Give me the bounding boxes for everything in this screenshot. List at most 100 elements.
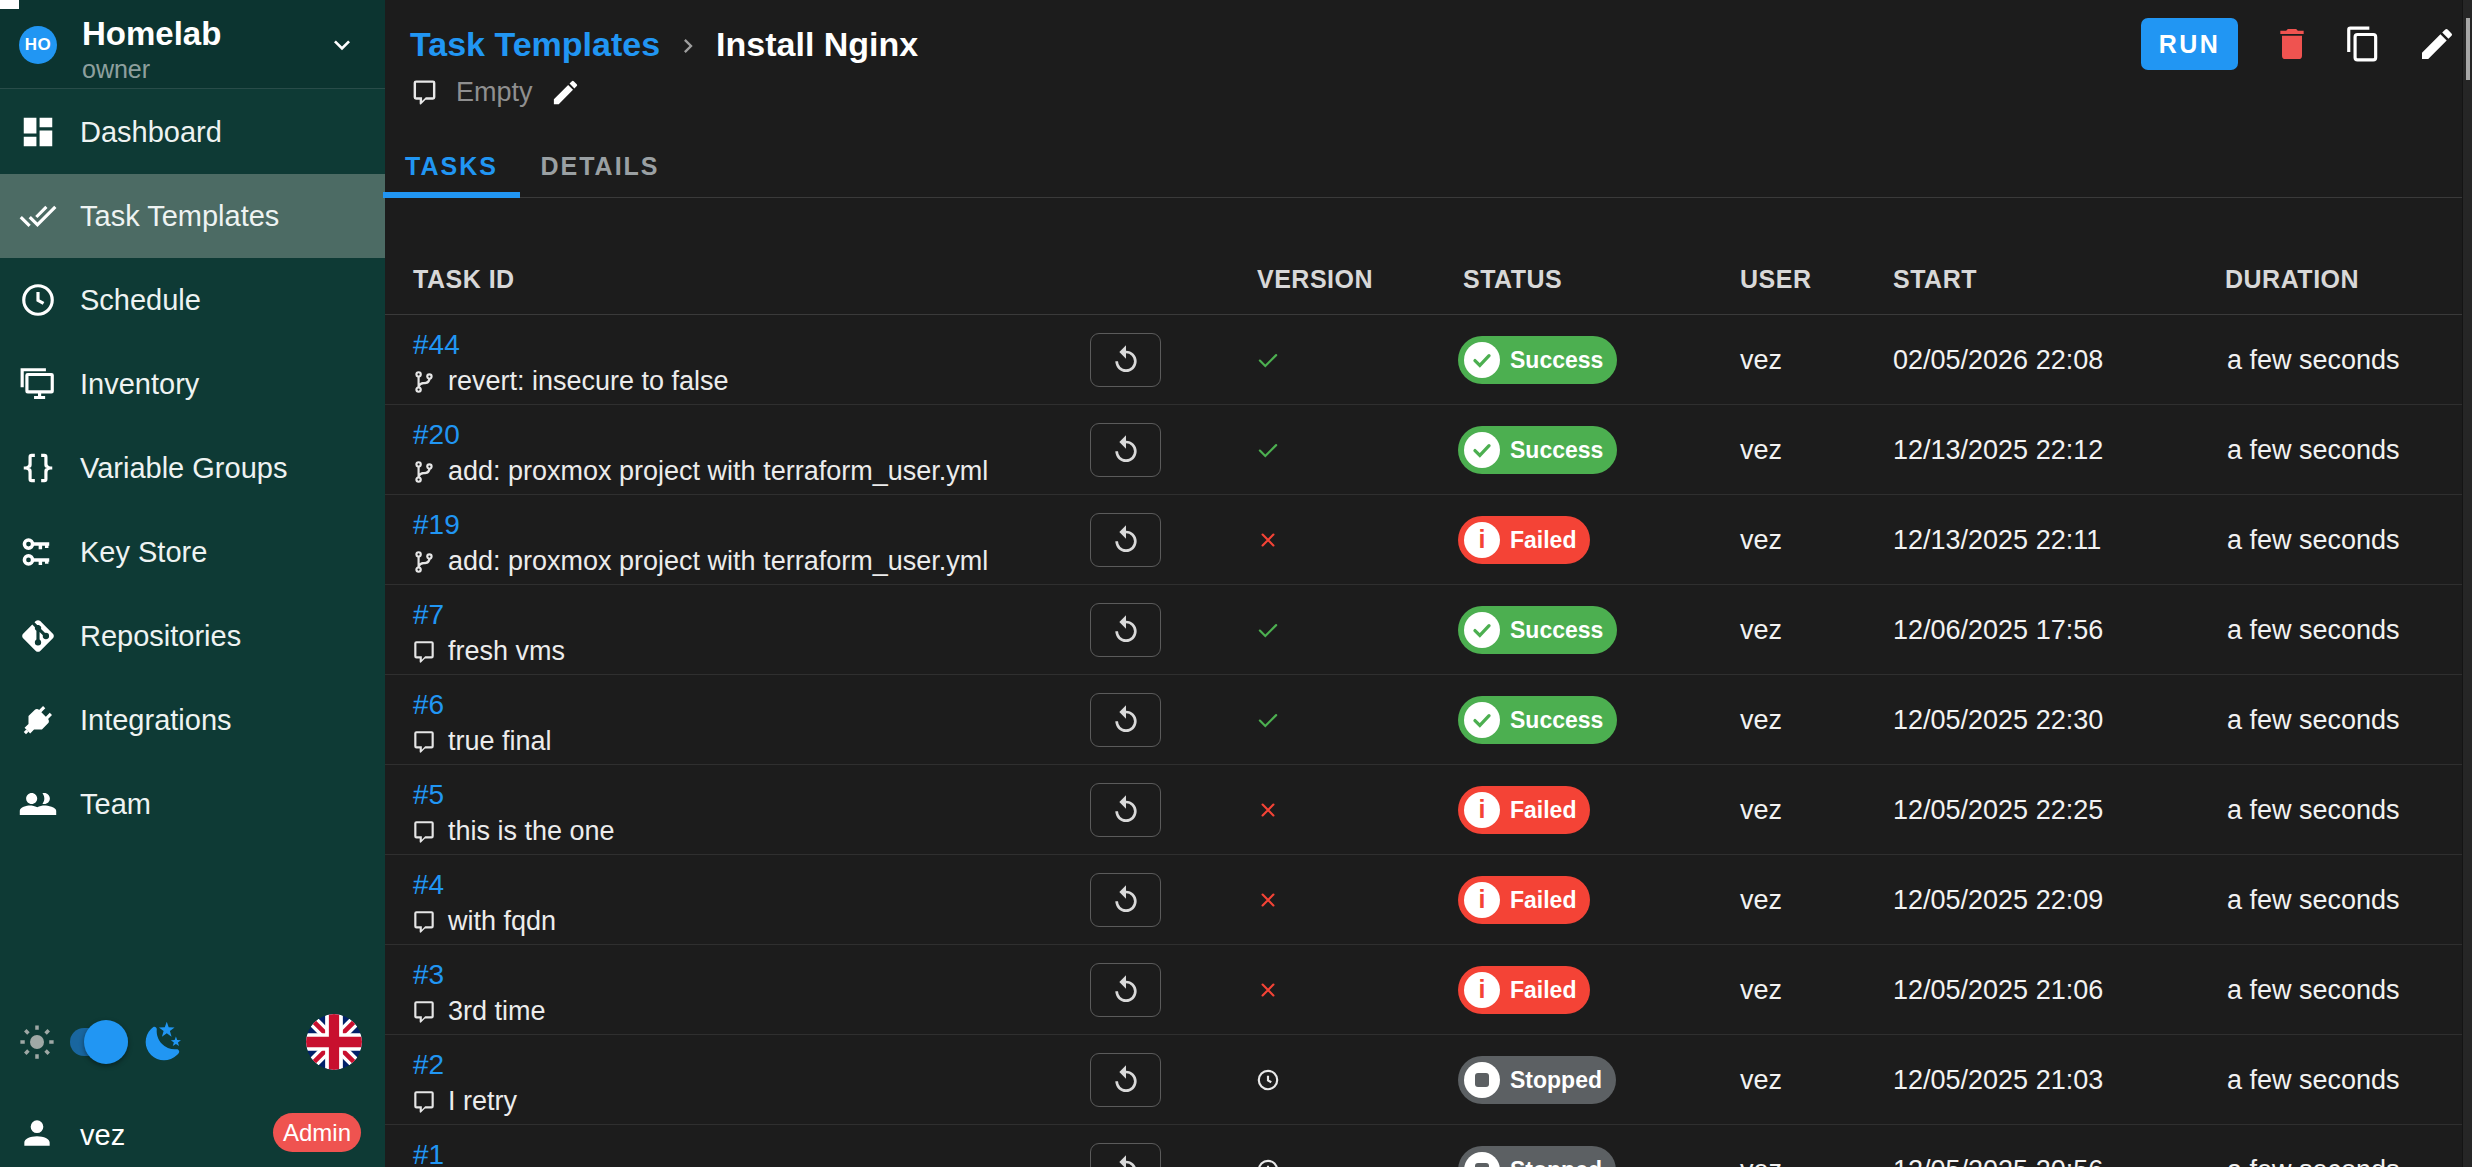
col-header-version: VERSION	[1257, 265, 1373, 294]
sidebar-item-dashboard[interactable]: Dashboard	[0, 90, 385, 174]
active-tab-indicator	[383, 192, 520, 198]
status-label: Success	[1510, 617, 1603, 644]
rerun-task-button[interactable]	[1090, 333, 1161, 387]
status-badge: i Failed	[1458, 966, 1590, 1014]
version-status-icon	[1255, 437, 1281, 463]
status-icon: i	[1464, 342, 1500, 378]
table-row: #4 with fqdn i	[385, 855, 2462, 945]
tab-details[interactable]: DETAILS	[520, 134, 680, 198]
task-id-link[interactable]: #1	[413, 1139, 444, 1167]
cell-start: 12/13/2025 22:12	[1893, 435, 2103, 466]
task-id-link[interactable]: #5	[413, 779, 444, 811]
cell-user: vez	[1740, 525, 1782, 556]
delete-icon[interactable]	[2272, 24, 2312, 64]
sidebar-item-schedule[interactable]: Schedule	[0, 258, 385, 342]
cell-duration: a few seconds	[2227, 435, 2400, 466]
rerun-task-button[interactable]	[1090, 873, 1161, 927]
admin-badge: Admin	[273, 1113, 361, 1152]
cell-user: vez	[1740, 1065, 1782, 1096]
sidebar-item-variable-groups[interactable]: Variable Groups	[0, 426, 385, 510]
status-label: Success	[1510, 437, 1603, 464]
user-row[interactable]: vez Admin	[0, 1105, 385, 1161]
table-row: #5 this is the one	[385, 765, 2462, 855]
run-button[interactable]: RUN	[2141, 18, 2238, 70]
task-id-link[interactable]: #19	[413, 509, 460, 541]
sidebar-item-team[interactable]: Team	[0, 762, 385, 846]
version-status-icon	[1255, 617, 1281, 643]
rerun-task-button[interactable]	[1090, 963, 1161, 1017]
sidebar-item-repositories[interactable]: Repositories	[0, 594, 385, 678]
sidebar-item-label: Inventory	[80, 368, 199, 401]
cell-user: vez	[1740, 345, 1782, 376]
app-root: HO Homelab owner Dashboard Task Template…	[0, 0, 2472, 1167]
rerun-task-button[interactable]	[1090, 423, 1161, 477]
task-message: add: proxmox project with terraform_user…	[411, 456, 988, 487]
cell-start: 12/05/2025 22:30	[1893, 705, 2103, 736]
task-id-link[interactable]: #3	[413, 959, 444, 991]
check-all-icon	[18, 196, 58, 236]
project-selector[interactable]: HO Homelab owner	[0, 0, 385, 89]
version-status-icon	[1255, 977, 1281, 1003]
task-message-text: fresh vms	[448, 636, 565, 667]
status-icon: i	[1464, 882, 1500, 918]
comment-icon	[411, 909, 437, 935]
task-id-link[interactable]: #44	[413, 329, 460, 361]
status-label: Failed	[1510, 797, 1576, 824]
project-avatar: HO	[19, 26, 57, 64]
task-message-text: this is the one	[448, 816, 615, 847]
cell-duration: a few seconds	[2227, 885, 2400, 916]
cell-user: vez	[1740, 975, 1782, 1006]
rerun-task-button[interactable]	[1090, 1053, 1161, 1107]
task-id-link[interactable]: #2	[413, 1049, 444, 1081]
rerun-task-button[interactable]	[1090, 693, 1161, 747]
copy-icon[interactable]	[2344, 25, 2382, 63]
sidebar-item-key-store[interactable]: Key Store	[0, 510, 385, 594]
tab-tasks[interactable]: TASKS	[383, 134, 520, 198]
cell-start: 12/05/2025 21:03	[1893, 1065, 2103, 1096]
description-text: Empty	[456, 77, 533, 108]
task-id-link[interactable]: #7	[413, 599, 444, 631]
breadcrumb-task-templates[interactable]: Task Templates	[410, 25, 660, 64]
comment-icon	[411, 999, 437, 1025]
task-id-link[interactable]: #20	[413, 419, 460, 451]
cell-user: vez	[1740, 435, 1782, 466]
sidebar: HO Homelab owner Dashboard Task Template…	[0, 0, 385, 1167]
cell-duration: a few seconds	[2227, 705, 2400, 736]
status-badge: i Success	[1458, 606, 1617, 654]
sidebar-item-integrations[interactable]: Integrations	[0, 678, 385, 762]
rerun-task-button[interactable]	[1090, 603, 1161, 657]
person-icon	[18, 1114, 56, 1152]
rerun-task-button[interactable]	[1090, 1143, 1161, 1167]
cell-user: vez	[1740, 795, 1782, 826]
git-branch-icon	[411, 459, 437, 485]
sidebar-item-label: Team	[80, 788, 151, 821]
comment-icon	[411, 819, 437, 845]
task-id-link[interactable]: #4	[413, 869, 444, 901]
cell-duration: a few seconds	[2227, 1155, 2400, 1167]
rerun-task-button[interactable]	[1090, 783, 1161, 837]
status-icon: i	[1464, 702, 1500, 738]
edit-description-icon[interactable]	[550, 77, 581, 108]
rerun-task-button[interactable]	[1090, 513, 1161, 567]
sidebar-item-inventory[interactable]: Inventory	[0, 342, 385, 426]
comment-icon	[411, 639, 437, 665]
sidebar-item-label: Task Templates	[80, 200, 279, 233]
dark-mode-toggle[interactable]	[70, 1028, 128, 1056]
comment-icon	[410, 78, 439, 107]
language-flag-uk[interactable]	[306, 1014, 362, 1070]
table-row: #1 i	[385, 1125, 2462, 1167]
cell-start: 02/05/2026 22:08	[1893, 345, 2103, 376]
status-badge: i Failed	[1458, 786, 1590, 834]
git-branch-icon	[411, 549, 437, 575]
task-id-link[interactable]: #6	[413, 689, 444, 721]
page-title: Install Nginx	[716, 25, 918, 64]
monitor-icon	[18, 364, 58, 404]
col-header-task-id: TASK ID	[413, 265, 515, 294]
cell-duration: a few seconds	[2227, 795, 2400, 826]
chevron-right-icon	[674, 32, 702, 60]
project-role: owner	[82, 55, 150, 84]
edit-icon[interactable]	[2417, 24, 2457, 64]
scrollbar-thumb[interactable]	[2466, 18, 2470, 80]
sidebar-item-task-templates[interactable]: Task Templates	[0, 174, 385, 258]
task-message: true final	[411, 726, 552, 757]
